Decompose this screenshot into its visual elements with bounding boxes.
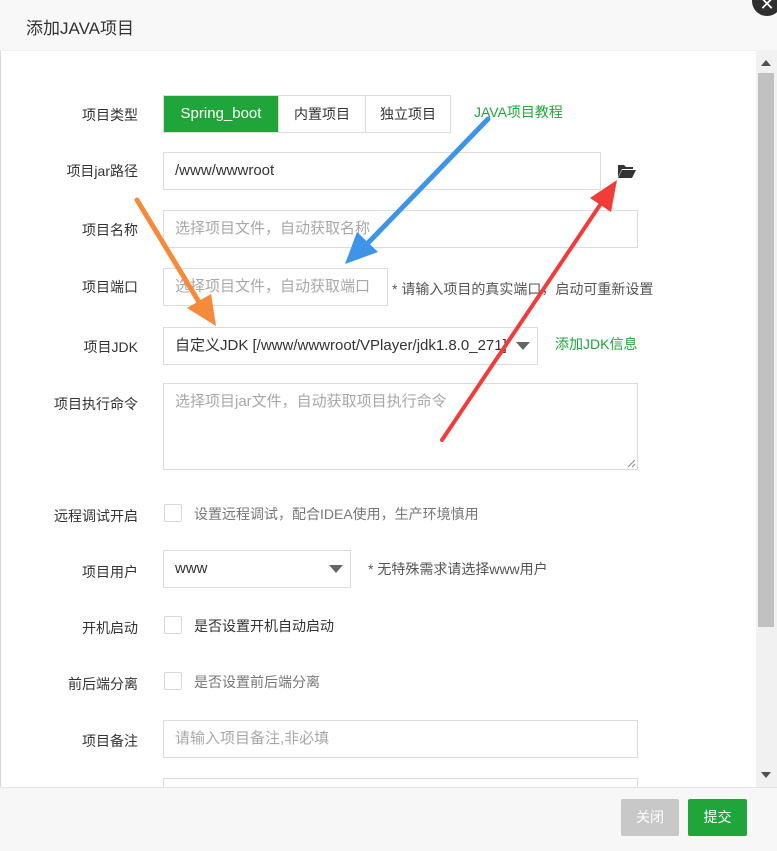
project-user-select[interactable]: www: [163, 550, 351, 588]
project-form: 项目类型 Spring_boot 内置项目 独立项目 JAVA项目教程 项目ja…: [0, 51, 756, 787]
project-type-spring-boot[interactable]: Spring_boot: [164, 96, 278, 132]
project-type-standalone[interactable]: 独立项目: [365, 96, 450, 132]
separation-checkbox[interactable]: [164, 672, 182, 690]
chevron-down-icon: [329, 565, 343, 573]
project-type-selector: Spring_boot 内置项目 独立项目: [163, 95, 451, 133]
autostart-text: 是否设置开机自动启动: [194, 618, 334, 634]
project-user-label: 项目用户: [82, 564, 138, 580]
project-jdk-value: 自定义JDK [/www/wwwroot/VPlayer/jdk1.8.0_27…: [175, 337, 507, 354]
dialog-titlebar: 添加JAVA项目: [0, 0, 777, 51]
project-type-label: 项目类型: [82, 107, 138, 123]
chevron-down-icon: [516, 342, 530, 350]
submit-button[interactable]: 提交: [688, 799, 747, 836]
remote-debug-text: 设置远程调试，配合IDEA使用，生产环境慎用: [194, 506, 479, 522]
autostart-checkbox[interactable]: [164, 616, 182, 634]
autostart-label: 开机启动: [82, 620, 138, 636]
separation-label: 前后端分离: [68, 676, 138, 692]
project-port-hint: * 请输入项目的真实端口，启动可重新设置: [392, 281, 654, 297]
java-tutorial-link[interactable]: JAVA项目教程: [474, 102, 563, 122]
jar-path-input[interactable]: /www/wwwroot: [163, 152, 601, 190]
project-port-label: 项目端口: [82, 279, 138, 295]
project-note-label: 项目备注: [82, 733, 138, 749]
project-type-builtin[interactable]: 内置项目: [278, 96, 365, 132]
remote-debug-checkbox[interactable]: [164, 504, 182, 522]
project-user-value: www: [175, 560, 208, 577]
project-user-hint: * 无特殊需求请选择www用户: [368, 561, 548, 577]
exec-command-textarea[interactable]: 选择项目jar文件，自动获取项目执行命令: [163, 383, 638, 470]
add-java-project-dialog: 添加JAVA项目 ✕ 项目类型 Spring_boot 内置项目 独立项目 JA…: [0, 0, 777, 851]
add-jdk-link[interactable]: 添加JDK信息: [555, 334, 637, 354]
folder-open-icon[interactable]: [617, 163, 637, 179]
scroll-down-icon[interactable]: [761, 772, 771, 778]
remote-debug-label: 远程调试开启: [54, 508, 138, 524]
separation-text: 是否设置前后端分离: [194, 674, 320, 690]
next-field-input[interactable]: [163, 778, 638, 787]
project-port-input[interactable]: 选择项目文件，自动获取端口: [163, 268, 388, 306]
resize-handle-icon[interactable]: [627, 459, 636, 468]
project-jdk-select[interactable]: 自定义JDK [/www/wwwroot/VPlayer/jdk1.8.0_27…: [163, 327, 538, 365]
project-note-input[interactable]: 请输入项目备注,非必填: [163, 720, 638, 758]
dialog-title: 添加JAVA项目: [26, 19, 134, 38]
scroll-up-icon[interactable]: [761, 60, 771, 66]
exec-command-label: 项目执行命令: [54, 396, 138, 412]
jar-path-label: 项目jar路径: [66, 163, 138, 179]
project-name-label: 项目名称: [82, 222, 138, 238]
scrollbar[interactable]: [756, 51, 777, 787]
dialog-footer: 关闭 提交: [0, 787, 777, 851]
close-button[interactable]: 关闭: [621, 799, 679, 836]
scrollbar-thumb[interactable]: [758, 73, 774, 627]
project-name-input[interactable]: 选择项目文件，自动获取名称: [163, 210, 638, 248]
project-jdk-label: 项目JDK: [83, 339, 138, 355]
exec-command-placeholder: 选择项目jar文件，自动获取项目执行命令: [175, 393, 447, 410]
